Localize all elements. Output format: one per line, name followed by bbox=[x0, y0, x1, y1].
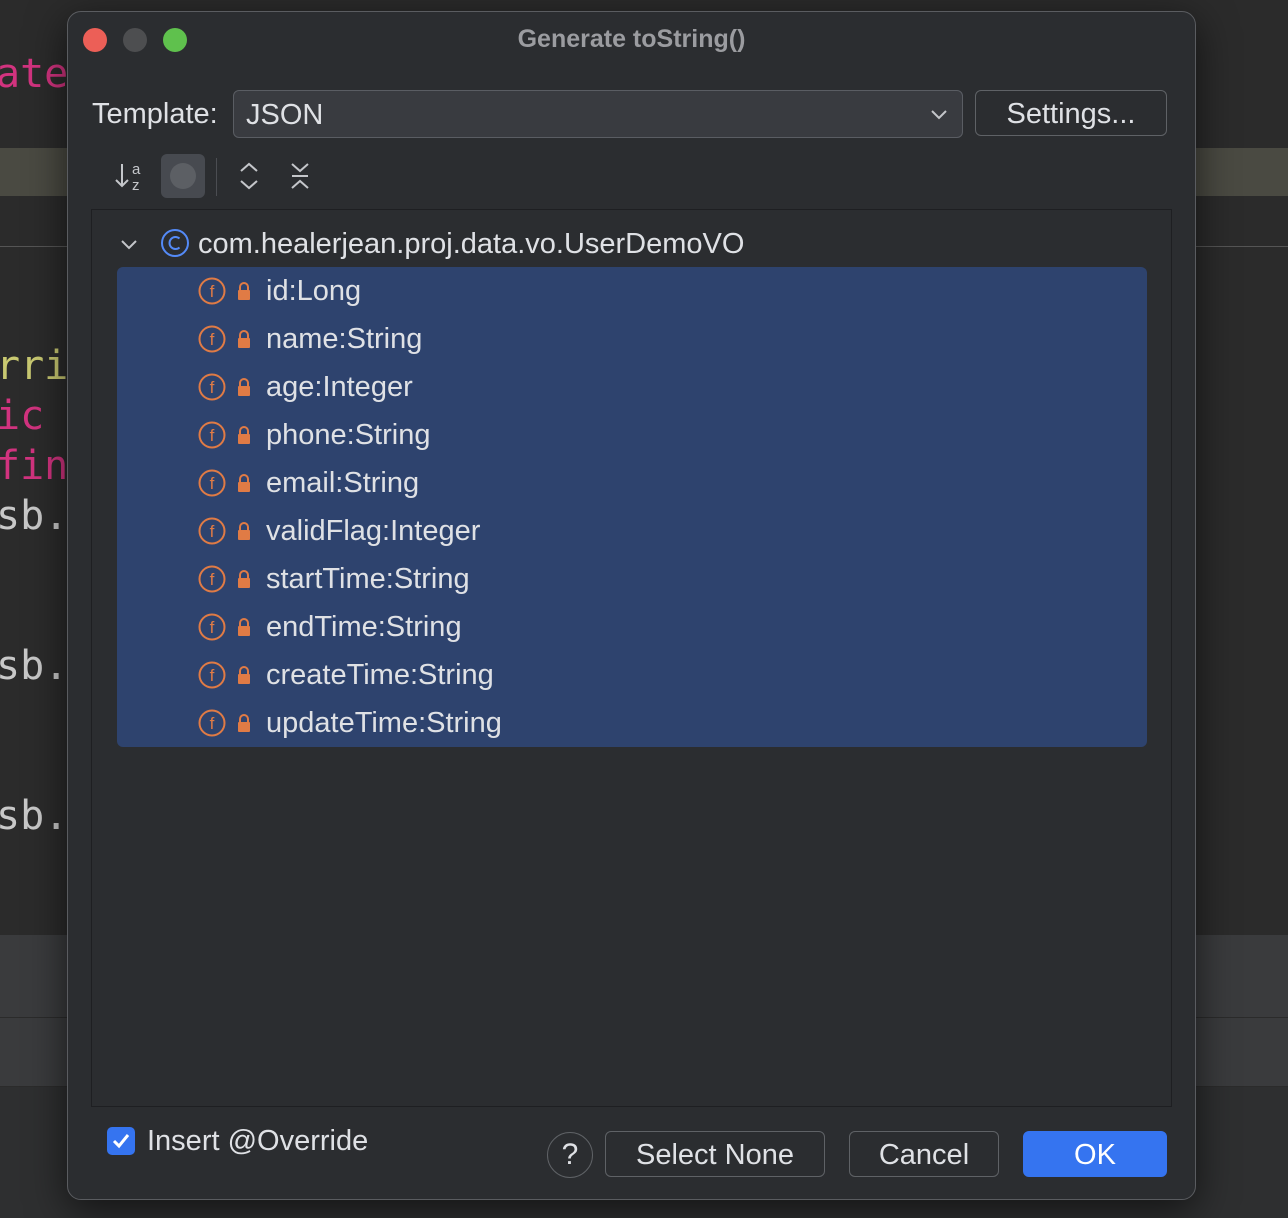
selected-fields: f id:Long f name:String f age:Integer f … bbox=[117, 267, 1147, 747]
field-icon: f bbox=[198, 421, 226, 449]
lock-icon bbox=[238, 666, 250, 684]
lock-icon bbox=[238, 570, 250, 588]
svg-text:f: f bbox=[210, 330, 215, 349]
code-fragment: sb. bbox=[0, 493, 69, 539]
field-label: updateTime:String bbox=[266, 707, 502, 739]
field-label: endTime:String bbox=[266, 611, 462, 643]
field-icon: f bbox=[198, 613, 226, 641]
help-button[interactable]: ? bbox=[547, 1132, 593, 1178]
lock-icon bbox=[238, 522, 250, 540]
lock-icon bbox=[238, 330, 250, 348]
lock-icon bbox=[238, 378, 250, 396]
toolbar-separator bbox=[216, 158, 217, 196]
code-fragment: rri bbox=[0, 343, 69, 389]
cancel-button[interactable]: Cancel bbox=[849, 1131, 999, 1177]
field-label: age:Integer bbox=[266, 371, 413, 403]
root-class-label: com.healerjean.proj.data.vo.UserDemoVO bbox=[198, 228, 745, 260]
field-icon: f bbox=[198, 373, 226, 401]
field-row[interactable]: f endTime:String bbox=[117, 603, 1147, 651]
code-fragment: ic bbox=[0, 393, 45, 439]
expand-all-icon[interactable] bbox=[227, 154, 271, 198]
template-value: JSON bbox=[246, 99, 324, 131]
field-icon: f bbox=[198, 709, 226, 737]
member-tree[interactable]: com.healerjean.proj.data.vo.UserDemoVO f… bbox=[91, 209, 1172, 1107]
field-row[interactable]: f email:String bbox=[117, 459, 1147, 507]
toggle-icon[interactable] bbox=[161, 154, 205, 198]
svg-text:f: f bbox=[210, 426, 215, 445]
chevron-down-icon[interactable] bbox=[118, 233, 140, 255]
field-icon: f bbox=[198, 325, 226, 353]
field-label: createTime:String bbox=[266, 659, 494, 691]
svg-text:f: f bbox=[210, 714, 215, 733]
field-icon: f bbox=[198, 565, 226, 593]
insert-override-label[interactable]: Insert @Override bbox=[147, 1122, 368, 1160]
settings-button[interactable]: Settings... bbox=[975, 90, 1167, 136]
svg-text:f: f bbox=[210, 618, 215, 637]
field-icon: f bbox=[198, 661, 226, 689]
field-icon: f bbox=[198, 517, 226, 545]
toggle-dot bbox=[170, 163, 196, 189]
field-row[interactable]: f startTime:String bbox=[117, 555, 1147, 603]
field-label: email:String bbox=[266, 467, 420, 499]
code-fragment: sb. bbox=[0, 793, 69, 839]
field-row[interactable]: f validFlag:Integer bbox=[117, 507, 1147, 555]
field-row[interactable]: f createTime:String bbox=[117, 651, 1147, 699]
template-select[interactable]: JSON bbox=[233, 90, 963, 138]
lock-icon bbox=[238, 618, 250, 636]
field-icon: f bbox=[198, 469, 226, 497]
select-none-button[interactable]: Select None bbox=[605, 1131, 825, 1177]
code-fragment: sb. bbox=[0, 643, 69, 689]
lock-icon bbox=[238, 426, 250, 444]
field-label: validFlag:Integer bbox=[266, 515, 481, 547]
field-row[interactable]: f age:Integer bbox=[117, 363, 1147, 411]
field-row[interactable]: f updateTime:String bbox=[117, 699, 1147, 747]
chevron-down-icon bbox=[931, 110, 947, 120]
field-row[interactable]: f phone:String bbox=[117, 411, 1147, 459]
lock-icon bbox=[238, 714, 250, 732]
code-fragment: fin bbox=[0, 443, 69, 489]
collapse-all-icon[interactable] bbox=[278, 154, 322, 198]
code-fragment: ate bbox=[0, 51, 69, 97]
tree-root-class[interactable]: com.healerjean.proj.data.vo.UserDemoVO bbox=[118, 224, 918, 264]
generate-tostring-dialog: Generate toString() Template: JSON Setti… bbox=[67, 11, 1196, 1200]
sort-alphabetically-icon[interactable]: a z bbox=[108, 154, 152, 198]
field-icon: f bbox=[198, 277, 226, 305]
template-label: Template: bbox=[92, 98, 218, 130]
svg-text:f: f bbox=[210, 666, 215, 685]
svg-text:a: a bbox=[132, 161, 141, 178]
lock-icon bbox=[238, 282, 250, 300]
field-label: id:Long bbox=[266, 275, 362, 307]
field-row[interactable]: f name:String bbox=[117, 315, 1147, 363]
svg-text:z: z bbox=[132, 177, 140, 194]
field-row[interactable]: f id:Long bbox=[117, 267, 1147, 315]
svg-text:f: f bbox=[210, 522, 215, 541]
dialog-title: Generate toString() bbox=[517, 25, 746, 53]
svg-text:f: f bbox=[210, 282, 215, 301]
field-label: phone:String bbox=[266, 419, 431, 451]
svg-text:f: f bbox=[210, 570, 215, 589]
class-icon bbox=[161, 229, 189, 257]
checkmark-icon bbox=[112, 1134, 130, 1149]
ok-button[interactable]: OK bbox=[1023, 1131, 1167, 1177]
field-label: startTime:String bbox=[266, 563, 470, 595]
insert-override-checkbox[interactable] bbox=[107, 1127, 135, 1155]
lock-icon bbox=[238, 474, 250, 492]
svg-text:f: f bbox=[210, 474, 215, 493]
field-label: name:String bbox=[266, 323, 423, 355]
svg-text:f: f bbox=[210, 378, 215, 397]
